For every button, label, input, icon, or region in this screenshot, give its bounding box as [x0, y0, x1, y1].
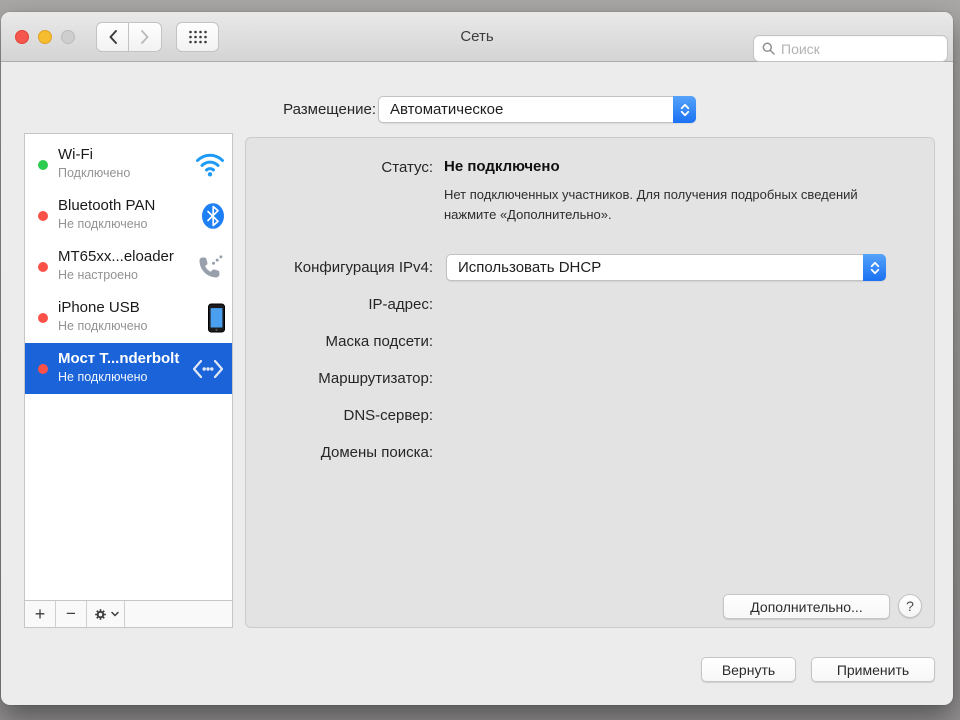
location-dropdown[interactable]: Автоматическое	[378, 96, 696, 123]
service-status: Подключено	[58, 166, 190, 180]
status-description: Нет подключенных участников. Для получен…	[444, 185, 858, 224]
sidebar-toolbar-spacer	[125, 601, 232, 627]
desktop-background: Сеть Размещение: Автоматическое	[0, 0, 960, 720]
search-input[interactable]	[781, 41, 939, 57]
network-service-item[interactable]: Bluetooth PAN Не подключено	[25, 190, 232, 241]
titlebar[interactable]: Сеть	[1, 12, 953, 62]
advanced-button[interactable]: Дополнительно...	[723, 594, 890, 619]
revert-button[interactable]: Вернуть	[701, 657, 796, 682]
search-icon	[762, 42, 775, 55]
chevron-down-icon	[111, 611, 119, 617]
remove-service-button[interactable]: −	[56, 601, 87, 627]
help-button[interactable]: ?	[898, 594, 922, 618]
status-dot	[38, 211, 48, 221]
services-list: Wi-Fi Подключено Bluetooth PAN Не подклю…	[25, 134, 232, 600]
service-status: Не настроено	[58, 268, 190, 282]
wifi-icon	[195, 152, 225, 177]
service-name: Wi-Fi	[58, 146, 190, 163]
status-dot	[38, 262, 48, 272]
dropdown-stepper-icon	[863, 254, 886, 281]
bluetooth-icon	[201, 202, 225, 229]
field-label: Маска подсети:	[246, 323, 433, 360]
network-service-item[interactable]: Мост T...nderbolt Не подключено	[25, 343, 232, 394]
field-label: Маршрутизатор:	[246, 360, 433, 397]
status-value: Не подключено	[444, 158, 560, 175]
services-sidebar: Wi-Fi Подключено Bluetooth PAN Не подклю…	[24, 133, 233, 628]
service-name: Мост T...nderbolt	[58, 350, 190, 367]
apply-button[interactable]: Применить	[811, 657, 935, 682]
ipv4-config-dropdown[interactable]: Использовать DHCP	[446, 254, 886, 281]
gear-icon	[93, 607, 108, 622]
service-status: Не подключено	[58, 370, 190, 384]
modem-icon	[196, 254, 225, 279]
add-service-button[interactable]: +	[25, 601, 56, 627]
service-name: iPhone USB	[58, 299, 190, 316]
network-fields: IP-адрес: Маска подсети: Маршрутизатор: …	[246, 286, 433, 471]
status-dot	[38, 313, 48, 323]
network-service-item[interactable]: MT65xx...eloader Не настроено	[25, 241, 232, 292]
service-name: MT65xx...eloader	[58, 248, 190, 265]
details-panel: Статус: Не подключено Нет подключенных у…	[245, 137, 935, 628]
network-preferences-window: Сеть Размещение: Автоматическое	[1, 12, 953, 705]
network-service-item[interactable]: Wi-Fi Подключено	[25, 139, 232, 190]
service-name: Bluetooth PAN	[58, 197, 190, 214]
location-value: Автоматическое	[390, 97, 667, 122]
sidebar-toolbar: + −	[25, 600, 232, 627]
field-label: Домены поиска:	[246, 434, 433, 471]
iphone-icon	[208, 303, 225, 332]
search-field[interactable]	[753, 35, 948, 62]
status-dot	[38, 364, 48, 374]
dropdown-stepper-icon	[673, 96, 696, 123]
ipv4-config-value: Использовать DHCP	[458, 255, 857, 280]
network-service-item[interactable]: iPhone USB Не подключено	[25, 292, 232, 343]
location-label: Размещение:	[283, 96, 376, 123]
field-label: IP-адрес:	[246, 286, 433, 323]
status-dot	[38, 160, 48, 170]
service-status: Не подключено	[58, 217, 190, 231]
actions-menu-button[interactable]	[87, 601, 125, 627]
status-label: Статус:	[246, 159, 433, 176]
ipv4-config-label: Конфигурация IPv4:	[246, 259, 433, 276]
field-label: DNS-сервер:	[246, 397, 433, 434]
service-status: Не подключено	[58, 319, 190, 333]
thunderbolt-bridge-icon	[191, 359, 225, 379]
